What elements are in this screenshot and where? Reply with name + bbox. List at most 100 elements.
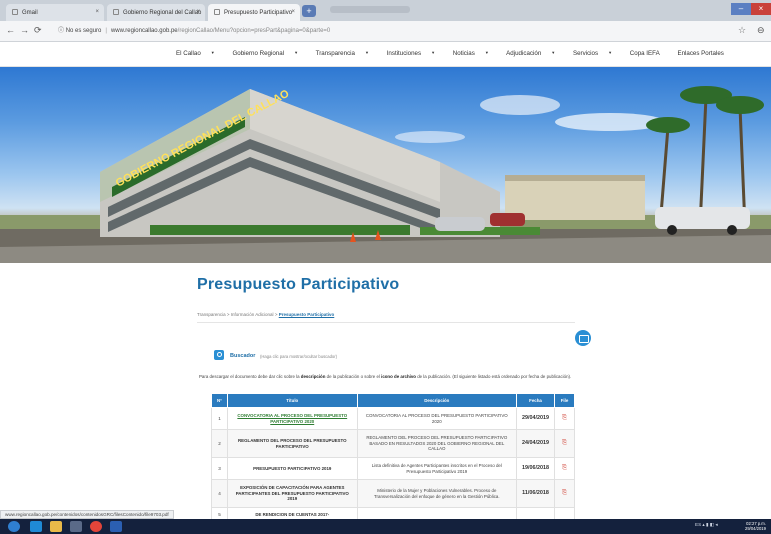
tab-gmail[interactable]: Gmail × — [6, 4, 104, 21]
tray-icons: ▴ ▮ ◧ ◂ — [702, 522, 718, 527]
clock[interactable]: 02:27 p.m. 29/04/2019 — [745, 521, 766, 531]
row-file[interactable]: ⎘ — [554, 479, 575, 508]
col-header-title: Título — [226, 393, 358, 408]
nav-item-instituciones[interactable]: Instituciones ▼ — [387, 50, 443, 57]
status-bar-url: www.regioncallao.gob.pe/contenidos/conte… — [0, 510, 174, 519]
pdf-file-icon[interactable]: ⎘ — [562, 440, 568, 447]
breadcrumb-current[interactable]: Presupuesto Participativo — [279, 312, 335, 317]
nav-label: Transparencia — [315, 50, 355, 57]
row-file[interactable]: ⎘ — [554, 457, 575, 480]
nav-item-servicios[interactable]: Servicios ▼ — [573, 50, 620, 57]
col-header-number: N° — [211, 393, 228, 408]
page-favicon-icon — [113, 9, 119, 15]
word-icon[interactable] — [110, 521, 122, 532]
forward-arrow-icon[interactable]: → — [20, 25, 29, 35]
col-header-file: File — [554, 393, 575, 408]
row-description-link[interactable]: REGLAMENTO DEL PROCESO DEL PRESUPUESTO P… — [356, 429, 518, 458]
browser-tab-strip: Gmail × Gobierno Regional del Callao × P… — [0, 0, 771, 21]
nav-item-enlaces-portales[interactable]: Enlaces Portales — [677, 50, 731, 57]
system-tray[interactable]: ES ▴ ▮ ◧ ◂ — [695, 522, 718, 528]
col-header-date: Fecha — [516, 393, 555, 408]
nav-item-transparencia[interactable]: Transparencia ▼ — [316, 50, 377, 57]
download-instructions: Para descargar el documento debe dar cli… — [199, 374, 575, 380]
nav-label: Noticias — [452, 50, 475, 57]
pdf-file-icon[interactable]: ⎘ — [562, 465, 568, 472]
documents-table: N° Título Descripción Fecha File 1 CONVO… — [211, 393, 575, 522]
url-host: www.regioncallao.gob.pe — [110, 28, 178, 34]
table-header-row: N° Título Descripción Fecha File — [211, 393, 575, 408]
row-date: 11/06/2018 — [516, 479, 555, 508]
tab-gobierno-regional[interactable]: Gobierno Regional del Callao × — [107, 4, 205, 21]
nav-item-el-callao[interactable]: El Callao ▼ — [176, 50, 223, 57]
caret-down-icon: ▼ — [294, 50, 299, 55]
breadcrumb-item[interactable]: Información Adicional — [231, 312, 274, 317]
clock-date: 29/04/2019 — [745, 526, 766, 531]
tab-label: Gmail — [22, 10, 38, 16]
window-title-redacted — [330, 6, 410, 13]
page-favicon-icon — [214, 9, 220, 15]
internet-explorer-icon[interactable] — [30, 521, 42, 532]
row-file[interactable]: ⎘ — [554, 429, 575, 458]
security-label: No es seguro — [65, 28, 102, 34]
address-bar[interactable]: ⓘ No es seguro | www.regioncallao.gob.pe/r… — [58, 24, 738, 39]
nav-item-noticias[interactable]: Noticias ▼ — [453, 50, 497, 57]
caret-down-icon: ▼ — [431, 50, 436, 55]
minimize-icon[interactable]: – — [731, 3, 751, 15]
row-date: 24/04/2019 — [516, 429, 555, 458]
breadcrumb-item[interactable]: Transparencia — [197, 312, 226, 317]
info-icon[interactable]: ⓘ — [58, 28, 64, 34]
caret-down-icon: ▼ — [608, 50, 613, 55]
building-illustration: GOBIERNO REGIONAL DEL CALLAO — [0, 86, 771, 263]
media-player-icon[interactable] — [70, 521, 82, 532]
tray-language[interactable]: ES — [695, 522, 701, 527]
pdf-file-icon[interactable]: ⎘ — [562, 415, 568, 422]
breadcrumb-separator: > — [226, 312, 230, 317]
nav-label: Enlaces Portales — [677, 50, 724, 57]
row-file[interactable]: ⎘ — [554, 407, 575, 430]
nav-label: Gobierno Regional — [232, 50, 285, 57]
back-arrow-icon[interactable]: ← — [6, 25, 15, 35]
page-title: Presupuesto Participativo — [197, 276, 400, 293]
row-number: 1 — [211, 407, 228, 430]
caret-down-icon: ▼ — [364, 50, 369, 55]
reload-icon[interactable]: ⟳ — [34, 25, 42, 36]
close-tab-icon[interactable]: × — [196, 9, 200, 15]
pdf-file-icon[interactable]: ⎘ — [562, 490, 568, 497]
instructions-text: de la publicación. (El siguiente listado… — [415, 374, 572, 379]
profile-icon[interactable]: ⊖ — [757, 25, 765, 36]
taskbar: ES ▴ ▮ ◧ ◂ 02:27 p.m. 29/04/2019 — [0, 519, 771, 534]
search-toggle-label[interactable]: Buscador — [230, 353, 255, 359]
close-tab-icon[interactable]: × — [291, 9, 295, 15]
print-icon[interactable] — [575, 330, 591, 346]
table-row: 3 PRESUPUESTO PARTICIPATIVO 2019 Lista d… — [211, 457, 575, 480]
row-date: 29/04/2019 — [516, 407, 555, 430]
start-button-icon[interactable] — [8, 521, 20, 532]
row-description-link[interactable]: Lista definitiva de Agentes Participante… — [356, 457, 518, 480]
close-window-icon[interactable]: × — [751, 3, 771, 15]
tab-label: Gobierno Regional del Callao — [123, 10, 202, 16]
chrome-icon[interactable] — [90, 521, 102, 532]
nav-item-gobierno-regional[interactable]: Gobierno Regional ▼ — [232, 50, 306, 57]
instructions-bold: descripción — [300, 374, 326, 379]
bookmark-star-icon[interactable]: ☆ — [738, 25, 746, 36]
row-description-link[interactable]: CONVOCATORIA AL PROCESO DEL PRESUPUESTO … — [356, 407, 518, 430]
divider — [197, 322, 575, 323]
table-row: 1 CONVOCATORIA AL PROCESO DEL PRESUPUEST… — [211, 407, 575, 430]
new-tab-button[interactable]: + — [302, 5, 316, 17]
file-explorer-icon[interactable] — [50, 521, 62, 532]
breadcrumb-separator: > — [274, 312, 278, 317]
nav-item-copa-iefa[interactable]: Copa IEFA — [630, 50, 668, 57]
row-title-link[interactable]: CONVOCATORIA AL PROCESO DEL PRESUPUESTO … — [226, 407, 358, 430]
instructions-text: de la publicación o sobre el — [325, 374, 382, 379]
caret-down-icon: ▼ — [484, 50, 489, 55]
caret-down-icon: ▼ — [210, 50, 215, 55]
tab-label: Presupuesto Participativo — [224, 10, 293, 16]
search-icon[interactable] — [214, 350, 224, 360]
row-number: 3 — [211, 457, 228, 480]
browser-toolbar: ← → ⟳ ⓘ No es seguro | www.regioncallao.go… — [0, 21, 771, 42]
nav-item-adjudicacion[interactable]: Adjudicación ▼ — [506, 50, 563, 57]
nav-label: Servicios — [572, 50, 599, 57]
row-description-link[interactable]: Ministerio de la Mujer y Poblaciones Vul… — [356, 479, 518, 508]
tab-presupuesto-participativo[interactable]: Presupuesto Participativo × — [208, 4, 300, 21]
close-tab-icon[interactable]: × — [95, 9, 99, 15]
